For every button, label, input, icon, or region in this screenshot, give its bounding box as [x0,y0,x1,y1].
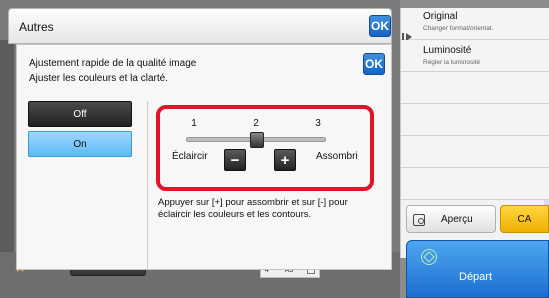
preview-icon [413,214,425,226]
off-button[interactable]: Off [28,101,132,127]
lighten-label: Éclaircir [172,151,208,162]
start-button[interactable]: Départ [406,240,549,298]
right-item-original[interactable]: Original Changer format/orientat. [401,8,549,41]
side-strip [0,40,14,260]
start-label: Départ [459,271,493,283]
decrease-button[interactable]: − [224,149,246,171]
right-item-title: Luminosité [423,45,472,56]
dialog-ok-button[interactable]: OK [369,15,391,37]
right-item-empty [401,72,549,104]
increase-button[interactable]: + [274,149,296,171]
preview-label: Aperçu [441,214,473,225]
start-icon [421,249,437,265]
slider-tick-label: 3 [315,118,321,129]
right-item-title: Original [423,11,458,22]
slider-thumb[interactable] [250,132,264,148]
slider-track[interactable] [186,132,326,148]
clear-all-button[interactable]: CA [500,205,549,233]
panel-heading: Ajustement rapide de la qualité image [29,58,197,69]
level-slider-group: 1 2 3 Éclaircir − + Assombri [156,105,374,191]
slider-tick-label: 1 [191,118,197,129]
quality-adjust-panel: Ajustement rapide de la qualité image Aj… [16,44,392,270]
preview-button[interactable]: Aperçu [406,205,496,233]
right-item-subtitle: Changer format/orientat. [423,25,494,32]
right-item-empty [401,136,549,168]
panel-subheading: Ajuster les couleurs et la clarté. [29,73,168,84]
panel-ok-button[interactable]: OK [363,53,385,75]
right-item-empty [401,104,549,136]
divider [147,101,148,269]
dialog-titlebar: Autres OK [8,8,392,44]
dialog-title: Autres [19,20,54,34]
on-button[interactable]: On [28,131,132,157]
right-item-empty [401,168,549,200]
slider-tick-label: 2 [253,118,259,129]
help-text: Appuyer sur [+] pour assombrir et sur [-… [158,197,348,220]
right-item-luminosite[interactable]: Luminosité Régler la luminosité [401,40,549,72]
darken-label: Assombri [316,151,358,162]
right-item-subtitle: Régler la luminosité [423,59,481,66]
